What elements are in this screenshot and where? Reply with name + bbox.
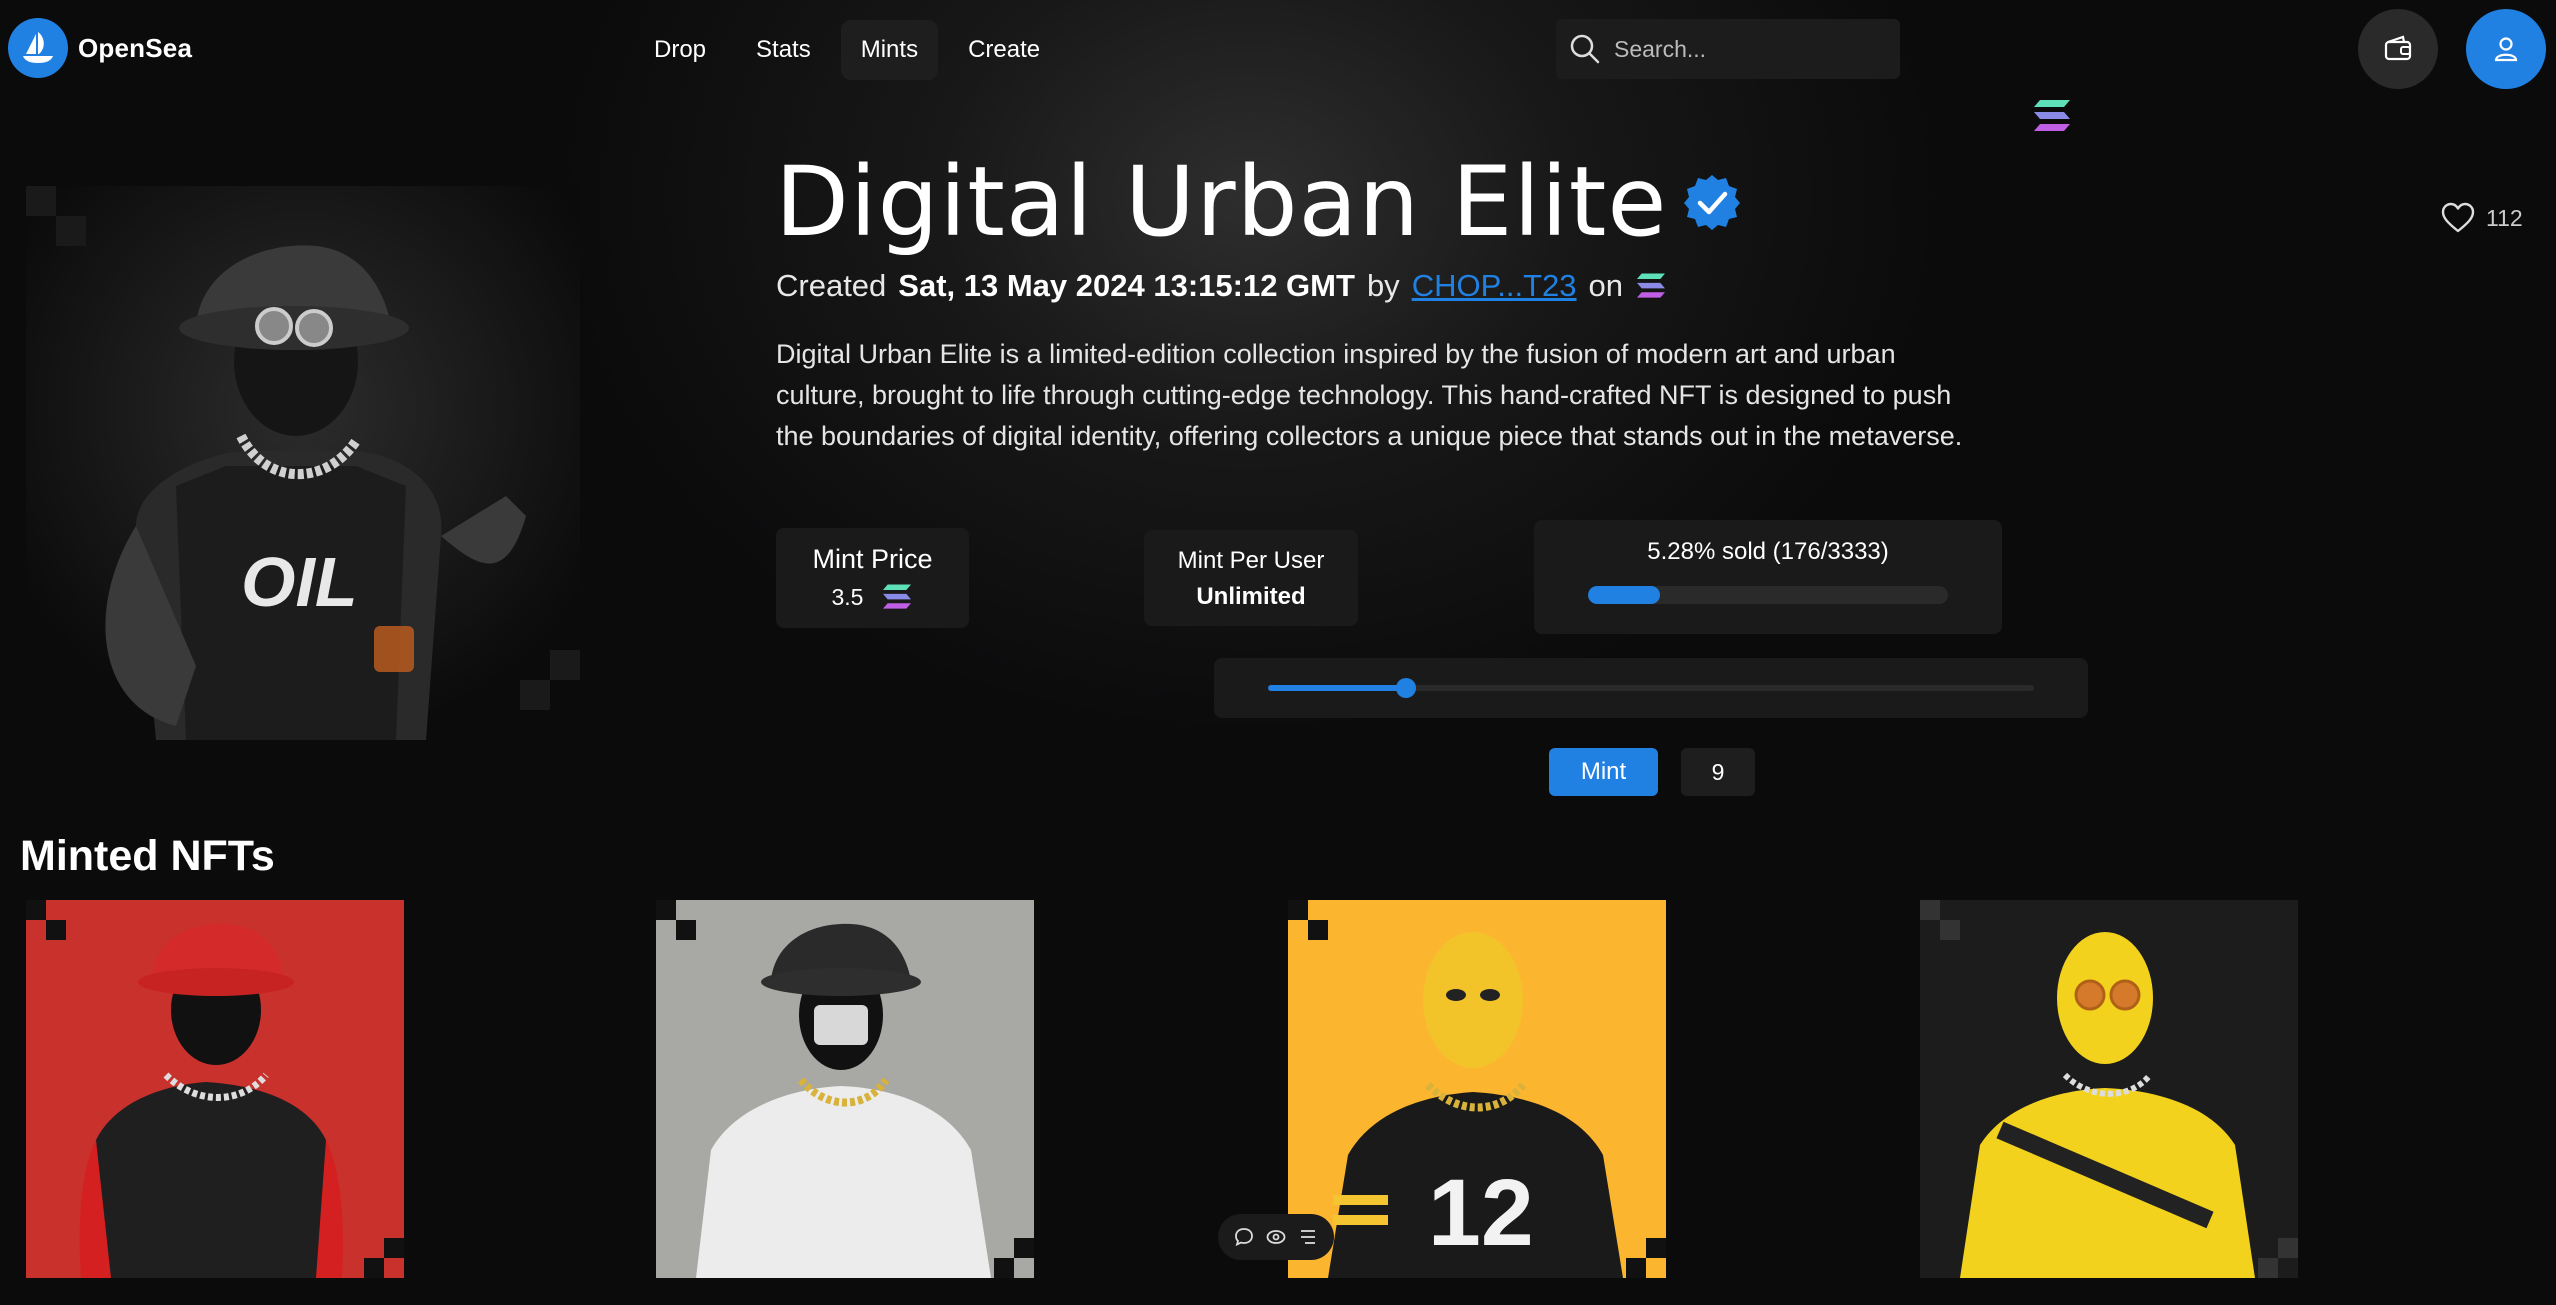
heart-icon — [2440, 202, 2476, 234]
mint-price-card: Mint Price 3.5 — [776, 528, 969, 628]
mint-price-label: Mint Price — [812, 544, 933, 574]
by-label: by — [1366, 268, 1400, 303]
on-label: on — [1588, 268, 1623, 303]
mint-quantity[interactable]: 9 — [1681, 748, 1755, 796]
minted-nft-card[interactable] — [1920, 900, 2298, 1278]
svg-text:OIL: OIL — [241, 543, 358, 621]
verified-badge-icon — [1683, 173, 1741, 231]
floating-toolbar — [1218, 1214, 1334, 1260]
solana-icon — [2032, 98, 2072, 134]
mint-per-user-value: Unlimited — [1196, 583, 1306, 610]
creator-link[interactable]: CHOP...T23 — [1412, 268, 1577, 304]
search-input[interactable] — [1614, 35, 1874, 63]
mint-per-user-card: Mint Per User Unlimited — [1144, 530, 1358, 626]
like-count: 112 — [2486, 204, 2523, 231]
solana-icon — [1635, 272, 1667, 300]
sold-progress-track — [1588, 586, 1948, 604]
solana-icon — [881, 583, 913, 611]
search-icon — [1568, 32, 1602, 66]
quantity-slider-thumb[interactable] — [1395, 678, 1416, 698]
main-nav: Drop Stats Mints Create — [634, 20, 1060, 80]
opensea-logo-icon — [8, 18, 68, 78]
top-navbar: OpenSea Drop Stats Mints Create — [0, 0, 2556, 100]
opensea-logo[interactable]: OpenSea — [8, 18, 192, 78]
eye-icon[interactable] — [1265, 1226, 1287, 1248]
minted-nft-card[interactable] — [26, 900, 404, 1278]
brand-name: OpenSea — [78, 32, 193, 63]
quantity-slider-fill — [1268, 685, 1406, 691]
minted-nft-card[interactable]: 12 — [1288, 900, 1666, 1278]
created-label: Created — [776, 268, 887, 303]
nav-create[interactable]: Create — [948, 20, 1060, 80]
minted-nft-card[interactable] — [656, 900, 1034, 1278]
mint-button[interactable]: Mint — [1549, 748, 1658, 796]
search-bar[interactable] — [1556, 19, 1900, 79]
menu-icon[interactable] — [1297, 1226, 1319, 1248]
nav-mints[interactable]: Mints — [840, 20, 939, 80]
created-info: Created Sat, 13 May 2024 13:15:12 GMT by… — [776, 268, 1667, 304]
sold-text: 5.28% sold (176/3333) — [1647, 538, 1889, 565]
nav-stats[interactable]: Stats — [736, 20, 831, 80]
quantity-slider[interactable] — [1268, 678, 2034, 698]
user-icon — [2491, 34, 2521, 64]
collection-hero-image: OIL — [26, 186, 580, 740]
collection-title: Digital Urban Elite — [775, 146, 1668, 258]
nav-drop[interactable]: Drop — [634, 20, 726, 80]
svg-text:12: 12 — [1428, 1160, 1534, 1266]
collection-description: Digital Urban Elite is a limited-edition… — [776, 339, 1963, 451]
mint-price-value: 3.5 — [831, 583, 864, 610]
wallet-icon — [2383, 34, 2413, 64]
profile-button[interactable] — [2466, 9, 2546, 89]
sold-progress-fill — [1588, 586, 1660, 604]
collection-title-row: Digital Urban Elite — [775, 146, 1741, 258]
mint-price-value-row: 3.5 — [776, 583, 969, 611]
quantity-slider-card — [1214, 658, 2088, 718]
created-date: Sat, 13 May 2024 13:15:12 GMT — [898, 268, 1355, 303]
sold-progress-card: 5.28% sold (176/3333) — [1534, 520, 2002, 634]
comment-icon[interactable] — [1233, 1226, 1255, 1248]
minted-nfts-heading: Minted NFTs — [20, 832, 275, 880]
mint-per-user-label: Mint Per User — [1177, 547, 1325, 574]
wallet-button[interactable] — [2358, 9, 2438, 89]
like-button[interactable]: 112 — [2440, 202, 2523, 234]
